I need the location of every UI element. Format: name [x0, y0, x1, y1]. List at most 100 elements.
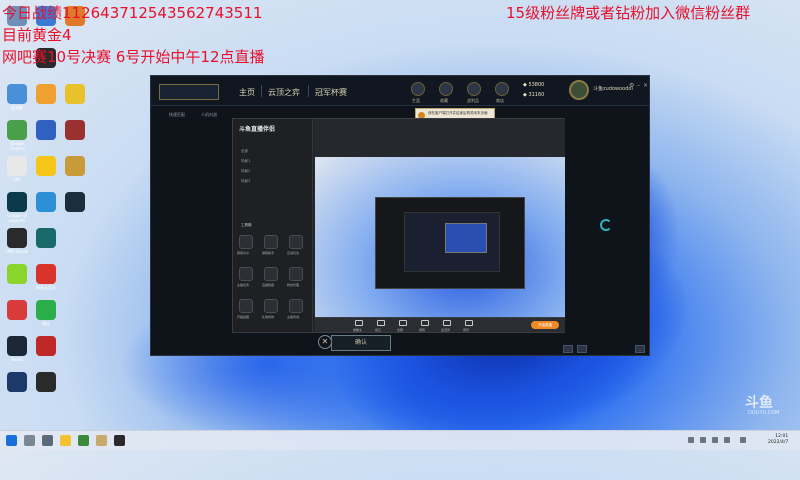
- desktop-icon[interactable]: OBS Studio: [3, 228, 31, 254]
- mission-icon[interactable]: [635, 345, 645, 353]
- clock[interactable]: 12:01 2022/4/7: [768, 434, 788, 446]
- tool-button[interactable]: [289, 267, 303, 281]
- tool-button[interactable]: [239, 267, 253, 281]
- desktop-icon-label: QQ: [13, 177, 21, 182]
- desktop-icon-label: Steam: [10, 357, 24, 362]
- tool-button[interactable]: [239, 235, 253, 249]
- tool-button[interactable]: [264, 235, 278, 249]
- obs-icon[interactable]: [114, 435, 125, 446]
- tray-chevron-icon[interactable]: [688, 437, 694, 443]
- scene-row[interactable]: 场景1: [241, 159, 250, 164]
- desktop-icon-label: Google Chrome: [9, 141, 25, 151]
- subnav-coop[interactable]: 人机对战: [201, 112, 217, 118]
- app-icon: [65, 120, 85, 140]
- close-icon[interactable]: ×: [643, 82, 648, 89]
- social-icon[interactable]: [577, 345, 587, 353]
- confirm-button[interactable]: 确认: [331, 335, 391, 351]
- app-icon: [7, 192, 27, 212]
- desktop-icon[interactable]: [32, 336, 60, 357]
- collection-icon[interactable]: [439, 82, 453, 96]
- desktop-icon[interactable]: [61, 192, 89, 213]
- nav-tft[interactable]: 云顶之弈: [268, 87, 300, 98]
- bottom-tool-label: 游戏: [419, 328, 426, 332]
- scene-row[interactable]: 场景3: [241, 179, 250, 184]
- network-icon[interactable]: [700, 437, 706, 443]
- bottom-tool-icon[interactable]: [421, 320, 429, 326]
- bottom-tool-icon[interactable]: [443, 320, 451, 326]
- desktop-icon[interactable]: [32, 84, 60, 105]
- tool-button[interactable]: [239, 299, 253, 313]
- desktop-icon[interactable]: QQ: [3, 156, 31, 182]
- bottom-tool-icon[interactable]: [355, 320, 363, 326]
- tray-app-icon[interactable]: [740, 437, 746, 443]
- search-icon[interactable]: [24, 435, 35, 446]
- desktop-icon[interactable]: 网易云音乐: [32, 264, 60, 290]
- lol-icon[interactable]: [96, 435, 107, 446]
- desktop-icon[interactable]: [3, 264, 31, 285]
- tool-label: 礼物特效: [262, 315, 275, 319]
- ime-icon[interactable]: [724, 437, 730, 443]
- desktop-icon[interactable]: Google Chrome: [3, 120, 31, 151]
- close-lobby-button[interactable]: ✕: [318, 335, 332, 349]
- app-icon: [7, 264, 27, 284]
- app-icon: [36, 264, 56, 284]
- tool-button[interactable]: [289, 235, 303, 249]
- desktop-icon[interactable]: [32, 192, 60, 213]
- app-logo: 斗鱼直播伴侣: [239, 126, 276, 133]
- taskview-icon[interactable]: [42, 435, 53, 446]
- chat-icon[interactable]: [563, 345, 573, 353]
- scene-tab[interactable]: 全部: [241, 149, 248, 154]
- desktop-icon[interactable]: Steam: [3, 336, 31, 362]
- username: 斗鱼zudowoodoi: [593, 86, 633, 92]
- overlay-rank: 目前黄金4: [2, 26, 72, 44]
- nav-home[interactable]: 主页: [239, 87, 255, 98]
- bottom-tool-icon[interactable]: [377, 320, 385, 326]
- bottom-tool-icon[interactable]: [399, 320, 407, 326]
- volume-icon[interactable]: [712, 437, 718, 443]
- desktop-icon[interactable]: [61, 84, 89, 105]
- stream-preview: [315, 157, 565, 317]
- desktop-icon[interactable]: [3, 300, 31, 321]
- chrome-icon[interactable]: [78, 435, 89, 446]
- desktop-icon[interactable]: [32, 372, 60, 393]
- desktop-icon[interactable]: League of Legends: [3, 192, 31, 223]
- start-icon[interactable]: [6, 435, 17, 446]
- desktop-icon[interactable]: [32, 156, 60, 177]
- nested-preview-inner: [404, 212, 500, 272]
- desktop-icon-label: League of Legends: [7, 213, 27, 223]
- tool-button[interactable]: [264, 267, 278, 281]
- minimize-icon[interactable]: –: [637, 82, 640, 89]
- desktop-icon[interactable]: [3, 372, 31, 393]
- desktop-icon[interactable]: [32, 120, 60, 141]
- bottom-tool-icon[interactable]: [465, 320, 473, 326]
- settings-icon[interactable]: ⚙: [629, 82, 634, 89]
- top-icon-label: 生涯: [412, 98, 420, 103]
- app-icon: [65, 192, 85, 212]
- top-icon-label: 战利品: [467, 98, 479, 103]
- start-stream-button[interactable]: 开始直播: [531, 321, 559, 329]
- desktop-icon[interactable]: 微信: [32, 300, 60, 326]
- play-button[interactable]: [159, 84, 219, 100]
- loot-icon[interactable]: [467, 82, 481, 96]
- desktop-icon[interactable]: 此电脑: [3, 84, 31, 110]
- subnav-quick[interactable]: 快速匹配: [169, 112, 185, 118]
- store-icon[interactable]: [495, 82, 509, 96]
- explorer-icon[interactable]: [60, 435, 71, 446]
- bottom-tool-label: 麦克风: [441, 328, 451, 332]
- app-icon: [7, 120, 27, 140]
- profile-icon[interactable]: [411, 82, 425, 96]
- app-icon: [36, 84, 56, 104]
- app-icon: [36, 300, 56, 320]
- tool-button[interactable]: [289, 299, 303, 313]
- desktop-icon[interactable]: [61, 156, 89, 177]
- avatar[interactable]: [569, 80, 589, 100]
- desktop-icon[interactable]: [32, 228, 60, 249]
- desktop-icon[interactable]: [61, 120, 89, 141]
- nested-preview: [375, 197, 525, 289]
- tool-button[interactable]: [264, 299, 278, 313]
- overlay-record: 今日战绩11264371254356274351​1: [2, 4, 263, 22]
- scene-row[interactable]: 场景2: [241, 169, 250, 174]
- nav-clash[interactable]: 冠军杯赛: [315, 87, 347, 98]
- overlay-fan-group: 15级粉丝牌或者钻粉加入微信粉丝群: [506, 4, 751, 22]
- tool-label: 屏幕共享: [237, 251, 250, 255]
